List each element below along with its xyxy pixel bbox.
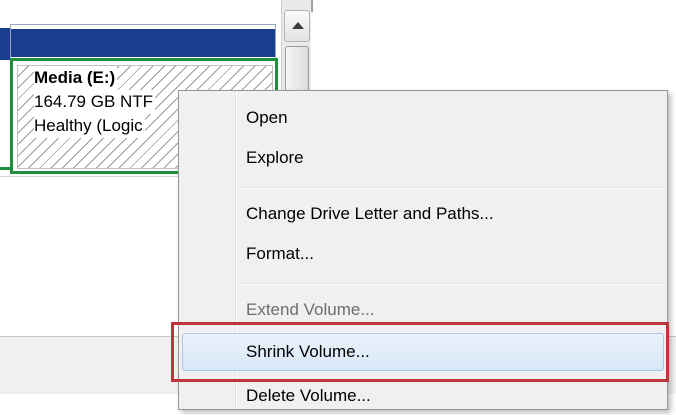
- menu-item-format[interactable]: Format...: [182, 235, 664, 273]
- menu-separator: [239, 187, 663, 189]
- annotation-highlight-box: [171, 322, 669, 382]
- menu-item-change-drive-letter[interactable]: Change Drive Letter and Paths...: [182, 195, 664, 233]
- menu-item-label: Format...: [246, 244, 315, 263]
- menu-item-label: Extend Volume...: [246, 300, 375, 319]
- left-partition-border: [0, 60, 10, 170]
- menu-item-label: Open: [246, 108, 288, 127]
- menu-item-open[interactable]: Open: [182, 99, 664, 137]
- scroll-up-button[interactable]: [284, 10, 310, 42]
- up-arrow-icon: [292, 22, 304, 29]
- partition-name: Media (E:): [34, 66, 118, 90]
- partition-header-bar: [11, 29, 275, 57]
- menu-item-explore[interactable]: Explore: [182, 139, 664, 177]
- menu-item-label: Explore: [246, 148, 304, 167]
- menu-item-label: Delete Volume...: [246, 386, 371, 405]
- partition-status: Healthy (Logic: [34, 114, 145, 138]
- left-partition-edge: [0, 0, 10, 394]
- menu-separator: [239, 283, 663, 285]
- left-partition-header: [0, 28, 10, 60]
- menu-item-label: Change Drive Letter and Paths...: [246, 204, 494, 223]
- scrollbar-top-edge: [311, 0, 313, 12]
- partition-size: 164.79 GB NTF: [34, 90, 156, 114]
- menu-item-delete-volume[interactable]: Delete Volume...: [182, 377, 664, 415]
